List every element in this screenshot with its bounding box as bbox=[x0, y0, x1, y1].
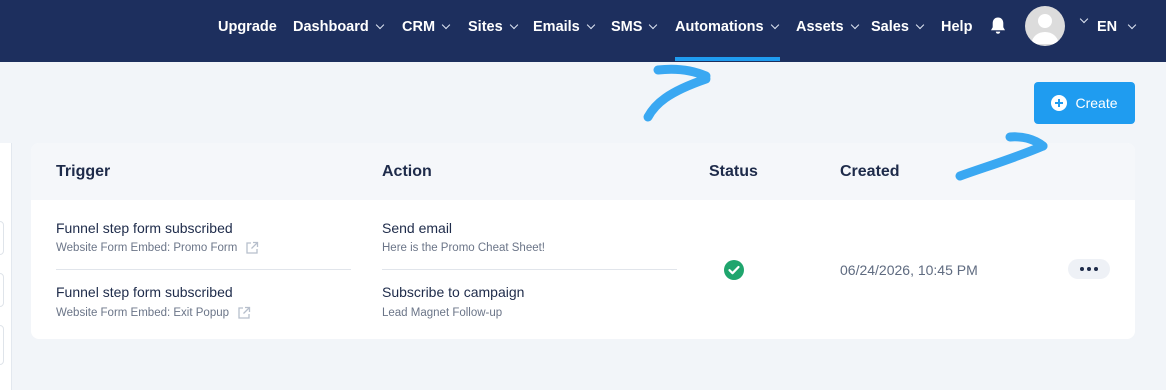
create-button[interactable]: Create bbox=[1034, 82, 1135, 124]
external-link-icon[interactable] bbox=[237, 306, 251, 320]
nav-label: Automations bbox=[675, 19, 764, 35]
annotation-arrow-stroke bbox=[643, 74, 711, 122]
action-detail: Lead Magnet Follow-up bbox=[382, 307, 503, 319]
chevron-down-icon bbox=[1127, 20, 1137, 30]
nav-item-dashboard[interactable]: Dashboard bbox=[293, 17, 384, 37]
column-header-trigger: Trigger bbox=[56, 163, 111, 180]
dot bbox=[1094, 267, 1098, 271]
nav-label: Upgrade bbox=[218, 19, 277, 35]
chevron-down-icon bbox=[915, 20, 925, 30]
nav-item-help[interactable]: Help bbox=[941, 17, 972, 37]
chevron-down-icon bbox=[649, 20, 658, 30]
status-active-icon bbox=[724, 260, 744, 280]
chevron-down-icon[interactable] bbox=[1079, 14, 1089, 24]
avatar[interactable] bbox=[1025, 6, 1065, 46]
action-title: Subscribe to campaign bbox=[382, 284, 525, 300]
nav-item-emails[interactable]: Emails bbox=[533, 17, 595, 37]
nav-label: Sales bbox=[871, 19, 909, 35]
nav-item-automations[interactable]: Automations bbox=[675, 17, 779, 37]
chevron-down-icon bbox=[441, 20, 451, 30]
nav-item-crm[interactable]: CRM bbox=[402, 17, 451, 37]
nav-label: Help bbox=[941, 19, 973, 35]
action-detail: Here is the Promo Cheat Sheet! bbox=[382, 242, 545, 254]
left-panel-field[interactable] bbox=[0, 221, 4, 255]
nav-item-sales[interactable]: Sales bbox=[871, 17, 925, 37]
left-panel-field[interactable] bbox=[0, 325, 4, 365]
check-icon bbox=[728, 265, 740, 275]
created-date: 06/24/2026, 10:45 PM bbox=[840, 262, 978, 278]
column-header-action: Action bbox=[382, 163, 432, 180]
chevron-down-icon bbox=[375, 20, 384, 30]
language-label: EN bbox=[1097, 19, 1118, 35]
language-selector[interactable]: EN bbox=[1097, 17, 1137, 37]
bell-icon[interactable] bbox=[989, 16, 1007, 36]
more-options-button[interactable] bbox=[1068, 259, 1110, 279]
nav-label: SMS bbox=[611, 19, 643, 35]
table-header: Trigger Action Status Created bbox=[31, 143, 1135, 200]
nav-label: Sites bbox=[468, 19, 503, 35]
user-silhouette-icon bbox=[1031, 14, 1059, 44]
nav-item-upgrade[interactable]: Upgrade bbox=[218, 17, 277, 37]
nav-label: CRM bbox=[402, 19, 436, 35]
column-header-created: Created bbox=[840, 163, 900, 180]
nav-label: Dashboard bbox=[293, 19, 369, 35]
left-panel bbox=[0, 143, 12, 390]
action-title: Send email bbox=[382, 220, 453, 236]
chevron-down-icon bbox=[850, 20, 859, 30]
nav-label: Assets bbox=[796, 19, 844, 35]
trigger-title: Funnel step form subscribed bbox=[56, 284, 233, 300]
chevron-down-icon bbox=[770, 20, 779, 30]
automations-table: Trigger Action Status Created Funnel ste… bbox=[31, 143, 1135, 339]
trigger-source-text: Website Form Embed: Promo Form bbox=[56, 242, 238, 254]
top-navigation: Upgrade Dashboard CRM Sites Emails SMS A… bbox=[0, 0, 1166, 62]
create-button-label: Create bbox=[1075, 95, 1118, 111]
chevron-down-icon bbox=[586, 20, 595, 30]
nav-item-sms[interactable]: SMS bbox=[611, 17, 658, 37]
external-link-icon[interactable] bbox=[245, 241, 259, 255]
trigger-source: Website Form Embed: Promo Form bbox=[56, 241, 259, 255]
nav-label: Emails bbox=[533, 19, 580, 35]
dot bbox=[1087, 267, 1091, 271]
active-tab-indicator bbox=[675, 57, 780, 61]
dot bbox=[1080, 267, 1084, 271]
row-divider bbox=[56, 269, 351, 270]
column-header-status: Status bbox=[709, 163, 758, 180]
row-divider bbox=[382, 269, 677, 270]
nav-item-sites[interactable]: Sites bbox=[468, 17, 518, 37]
left-panel-field[interactable] bbox=[0, 273, 4, 307]
nav-item-assets[interactable]: Assets bbox=[796, 17, 859, 37]
trigger-source: Website Form Embed: Exit Popup bbox=[56, 306, 251, 320]
trigger-source-text: Website Form Embed: Exit Popup bbox=[56, 307, 229, 319]
chevron-down-icon bbox=[509, 20, 518, 30]
trigger-title: Funnel step form subscribed bbox=[56, 220, 233, 236]
annotation-arrow-stroke bbox=[653, 64, 711, 81]
plus-circle-icon bbox=[1051, 95, 1068, 111]
